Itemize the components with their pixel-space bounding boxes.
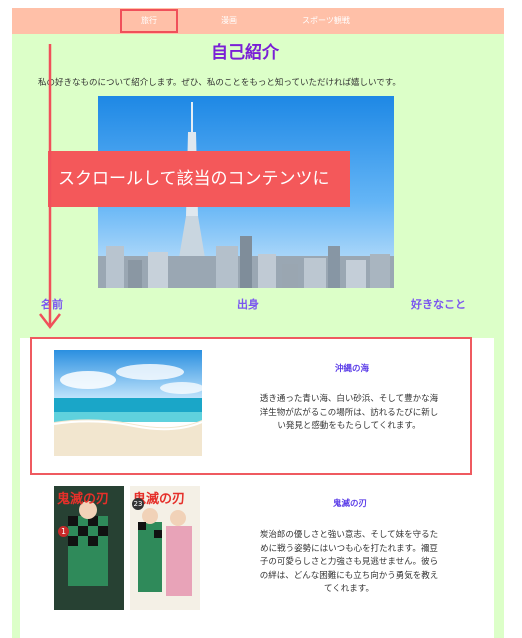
scroll-instruction-text: スクロールして該当のコンテンツに <box>58 169 330 189</box>
intro-text: 私の好きなものについて紹介します。ぜひ、私のことをもっと知っていただければ嬉しい… <box>38 78 401 88</box>
desc-line: 炭治郎の優しさと強い意志、そして妹を守るた <box>259 530 439 540</box>
item-title-kimetsu: 鬼滅の刃 <box>332 499 367 509</box>
column-heading-name: 名前 <box>41 298 63 311</box>
nav-highlight-box <box>120 9 178 33</box>
item-desc-kimetsu: 炭治郎の優しさと強い意志、そして妹を守るた めに戦う姿勢にはいつも心を打たれます… <box>249 529 449 597</box>
nav-link-sports[interactable]: スポーツ観戦 <box>302 8 350 34</box>
navbar: 旅行 漫画 スポーツ観戦 <box>12 8 504 34</box>
column-heading-likes: 好きなこと <box>411 298 466 311</box>
scroll-instruction-banner: スクロールして該当のコンテンツに <box>48 151 350 207</box>
desc-line: めに戦う姿勢にはいつも心を打たれます。禰豆 <box>260 543 438 554</box>
cover-volume-badge: 1 <box>58 526 69 537</box>
desc-line: 子の可愛らしさと力強さも見逃せません。彼ら <box>259 557 439 567</box>
kimetsu-cover-images: 鬼滅の刃 1 鬼滅の刃 23 <box>54 486 200 610</box>
page-title: 自己紹介 <box>211 43 279 63</box>
nav-link-manga[interactable]: 漫画 <box>221 8 237 34</box>
desc-line: てくれます。 <box>324 584 374 594</box>
content-highlight-box <box>30 337 472 475</box>
cover-volume-badge: 23 <box>132 498 144 510</box>
cover-logo: 鬼滅の刃 <box>57 492 110 507</box>
column-heading-origin: 出身 <box>237 298 259 311</box>
desc-line: の絆は、どんな困難にも立ち向かう勇気を教え <box>259 570 439 581</box>
